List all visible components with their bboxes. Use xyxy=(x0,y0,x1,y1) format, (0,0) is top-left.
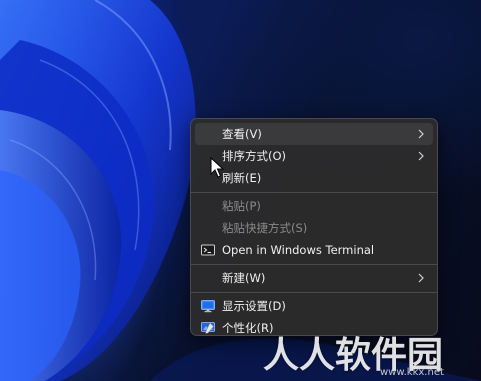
menu-item-view[interactable]: 查看(V) xyxy=(195,123,433,145)
menu-item-label: 粘贴(P) xyxy=(222,199,261,213)
chevron-right-icon xyxy=(418,129,424,139)
menu-item-paste: 粘贴(P) xyxy=(195,195,433,217)
menu-item-label: 新建(W) xyxy=(222,271,266,285)
personalize-icon xyxy=(201,322,215,334)
menu-item-paste-shortcut: 粘贴快捷方式(S) xyxy=(195,217,433,239)
menu-item-sort-by[interactable]: 排序方式(O) xyxy=(195,145,433,167)
desktop-context-menu: 查看(V) 排序方式(O) 刷新(E) 粘贴(P) 粘贴快捷方式(S) Open… xyxy=(190,118,438,336)
terminal-icon xyxy=(201,244,215,256)
watermark-url: www.kkx.net xyxy=(380,367,444,378)
menu-separator xyxy=(191,291,437,293)
menu-item-open-terminal[interactable]: Open in Windows Terminal xyxy=(195,239,433,261)
menu-item-display-settings[interactable]: 显示设置(D) xyxy=(195,295,433,317)
display-settings-icon xyxy=(201,300,215,313)
menu-item-label: Open in Windows Terminal xyxy=(222,243,375,257)
menu-separator xyxy=(191,263,437,265)
menu-item-label: 显示设置(D) xyxy=(222,299,286,313)
menu-item-label: 查看(V) xyxy=(222,127,262,141)
menu-separator xyxy=(191,191,437,193)
menu-item-label: 粘贴快捷方式(S) xyxy=(222,221,308,235)
menu-item-label: 排序方式(O) xyxy=(222,149,287,163)
menu-item-new[interactable]: 新建(W) xyxy=(195,267,433,289)
chevron-right-icon xyxy=(418,273,424,283)
menu-item-label: 刷新(E) xyxy=(222,171,262,185)
chevron-right-icon xyxy=(418,151,424,161)
desktop[interactable]: 查看(V) 排序方式(O) 刷新(E) 粘贴(P) 粘贴快捷方式(S) Open… xyxy=(0,0,481,381)
mouse-cursor-icon xyxy=(210,157,224,178)
menu-item-refresh[interactable]: 刷新(E) xyxy=(195,167,433,189)
